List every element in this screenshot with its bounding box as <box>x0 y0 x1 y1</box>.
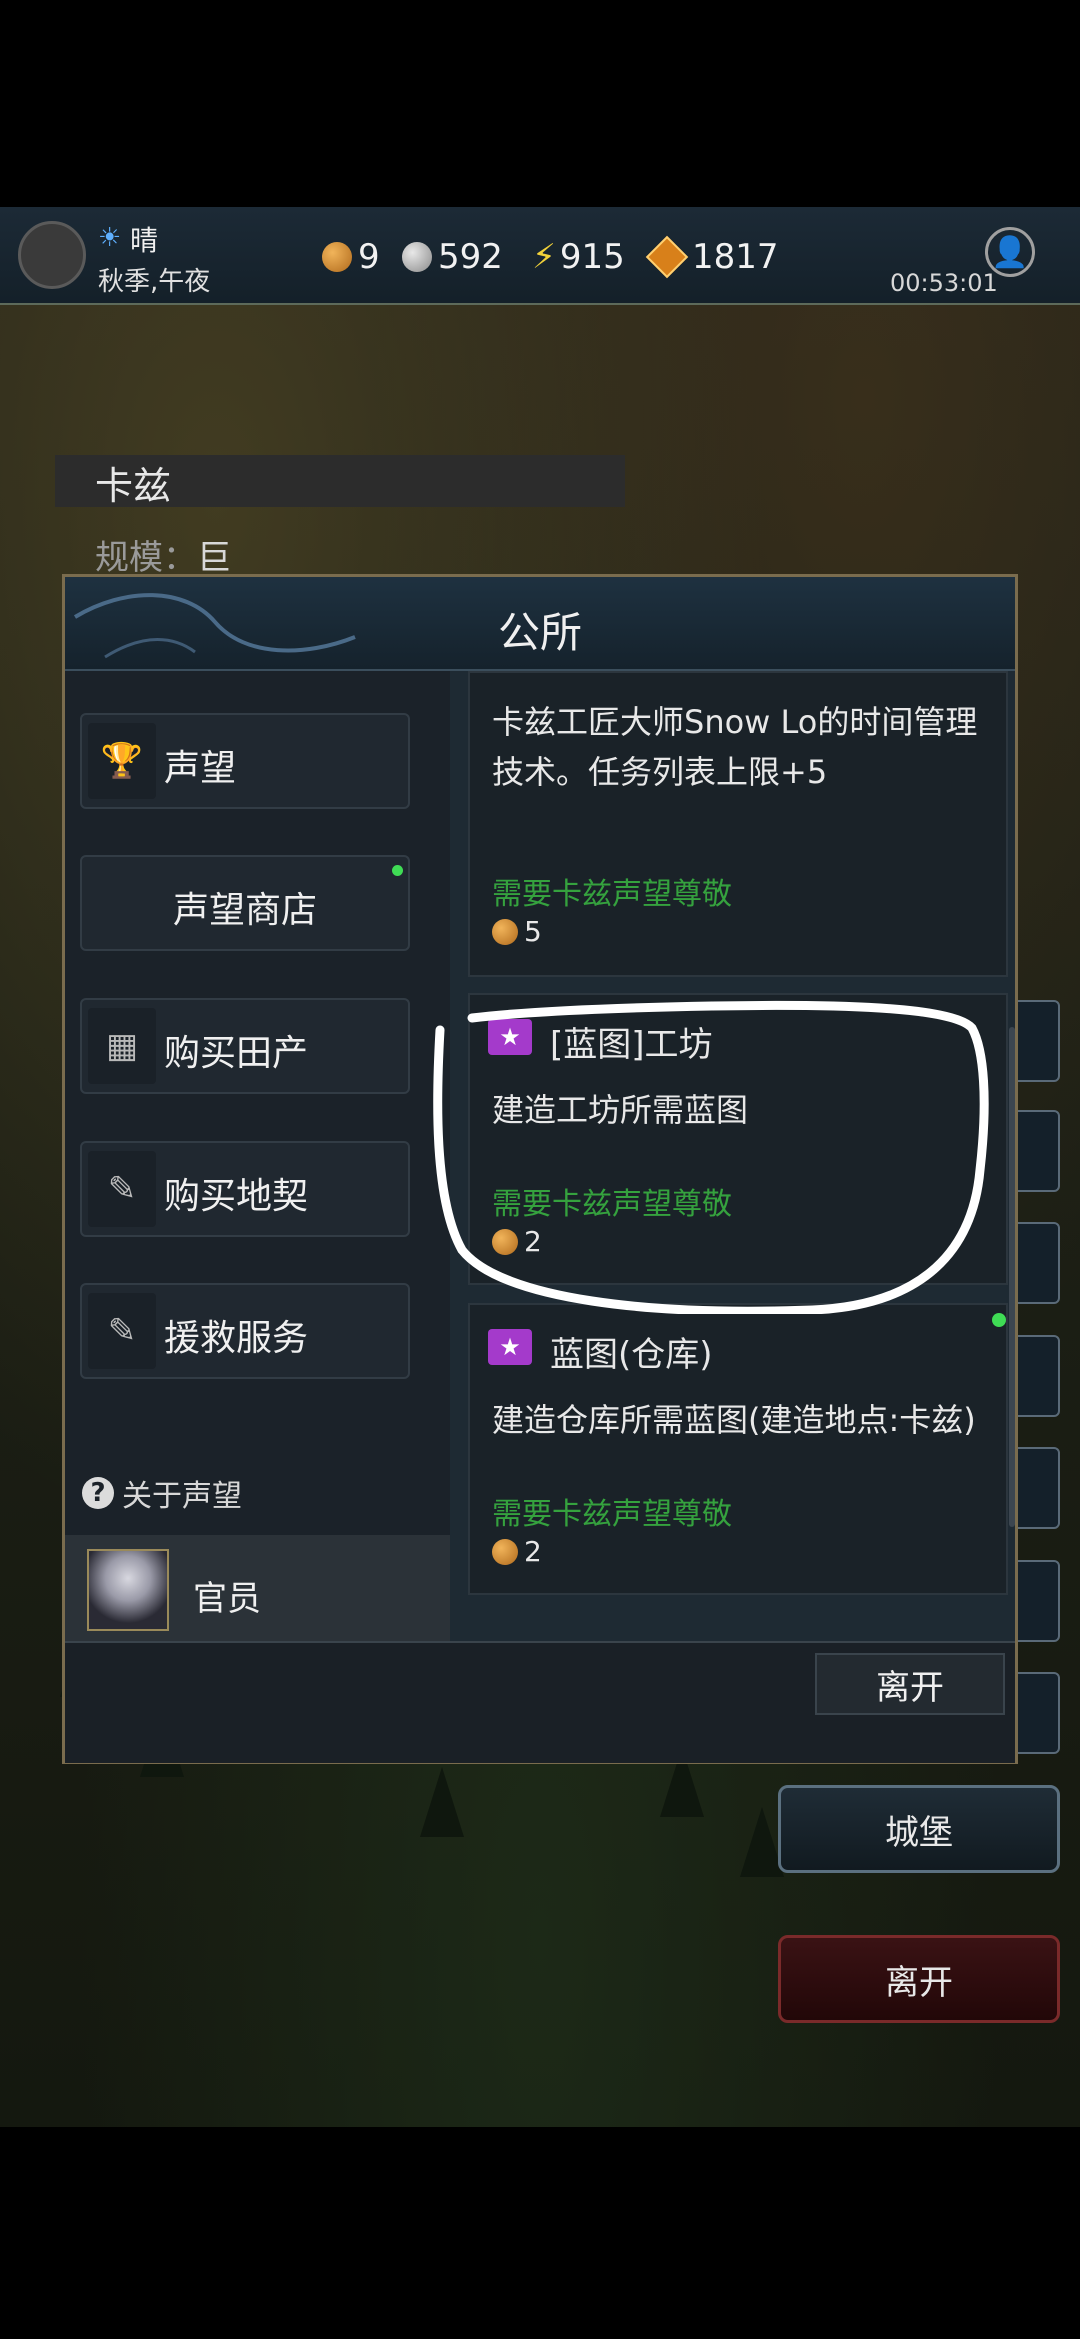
item-cost: 2 <box>492 1535 542 1568</box>
menu-label: 购买田产 <box>164 1033 309 1074</box>
gold-coin-icon <box>492 1538 518 1565</box>
location-name: 卡兹 <box>95 464 172 508</box>
play-timer: 00:53:01 <box>890 269 998 297</box>
scale-label: 规模： <box>95 538 197 578</box>
lightning-icon: ⚡ <box>532 237 556 277</box>
gold-coin-icon <box>492 918 518 945</box>
rescue-service-button[interactable]: ✎ 援救服务 <box>80 1283 410 1379</box>
menu-label: 声望商店 <box>172 890 317 931</box>
officer-button[interactable]: 官员 <box>65 1535 450 1647</box>
dialog-leave-button[interactable]: 离开 <box>815 1653 1005 1715</box>
blueprint-ticket-icon: ★ <box>488 1019 532 1055</box>
officer-portrait <box>87 1549 169 1631</box>
list-scrollbar[interactable] <box>1009 1027 1015 1527</box>
shop-item-card[interactable]: ★ [蓝图]工坊 建造工坊所需蓝图 需要卡兹声望尊敬 2 <box>468 993 1008 1285</box>
about-label: 关于声望 <box>122 1479 242 1514</box>
shop-item-card[interactable]: ★ 蓝图(仓库) 建造仓库所需蓝图(建造地点:卡兹) 需要卡兹声望尊敬 2 <box>468 1303 1008 1595</box>
item-cost: 5 <box>492 915 542 948</box>
item-requirement: 需要卡兹声望尊敬 <box>492 877 732 912</box>
deed-icon: ✎ <box>88 1151 156 1227</box>
gem-counter: 1817 <box>645 235 779 279</box>
buy-property-button[interactable]: ▦ 购买田产 <box>80 998 410 1094</box>
officer-label: 官员 <box>193 1579 261 1619</box>
item-title: [蓝图]工坊 <box>550 1025 713 1065</box>
gold-counter: 9 <box>322 237 380 277</box>
day-clock-icon <box>18 221 86 289</box>
item-title: 蓝图(仓库) <box>550 1335 713 1375</box>
notification-dot <box>392 865 403 876</box>
sun-icon: ☀ <box>98 223 122 253</box>
leave-town-button[interactable]: 离开 <box>778 1935 1060 2023</box>
item-cost: 2 <box>492 1225 542 1258</box>
blueprint-ticket-icon: ★ <box>488 1329 532 1365</box>
profile-button[interactable]: 👤 <box>985 227 1035 277</box>
menu-label: 援救服务 <box>164 1318 309 1359</box>
location-scale: 规模：巨 <box>95 530 231 579</box>
item-requirement: 需要卡兹声望尊敬 <box>492 1187 732 1222</box>
silver-counter: 592 <box>402 237 503 277</box>
shop-item-card[interactable]: 卡兹工匠大师Snow Lo的时间管理技术。任务列表上限+5 需要卡兹声望尊敬 5 <box>468 671 1008 977</box>
shop-item-list[interactable]: 卡兹工匠大师Snow Lo的时间管理技术。任务列表上限+5 需要卡兹声望尊敬 5… <box>450 671 1015 1641</box>
dialog-menu: 🏆 声望 声望商店 ▦ 购买田产 ✎ 购买地契 ✎ 援救服务 ? 关于声望 <box>65 671 450 1641</box>
trophy-icon: 🏆 <box>88 723 156 799</box>
notification-dot <box>992 1313 1006 1327</box>
tree <box>420 1767 464 1837</box>
energy-value: 915 <box>559 237 625 277</box>
menu-label: 声望 <box>164 748 237 789</box>
energy-counter: ⚡ 915 <box>532 237 625 277</box>
cost-value: 2 <box>524 1225 542 1258</box>
silver-value: 592 <box>438 237 503 277</box>
season-time-label: 秋季,午夜 <box>98 267 211 297</box>
field-icon: ▦ <box>88 1008 156 1084</box>
item-description: 建造仓库所需蓝图(建造地点:卡兹) <box>492 1401 976 1439</box>
help-icon: ? <box>82 1477 114 1509</box>
item-requirement: 需要卡兹声望尊敬 <box>492 1497 732 1532</box>
silver-coin-icon <box>402 242 432 272</box>
gold-coin-icon <box>492 1228 518 1255</box>
user-icon: 👤 <box>991 234 1029 270</box>
scale-value: 巨 <box>197 538 231 578</box>
dialog-header: 公所 <box>65 577 1015 671</box>
weather-label: 晴 <box>130 224 159 257</box>
reputation-button[interactable]: 🏆 声望 <box>80 713 410 809</box>
dialog-title: 公所 <box>497 608 582 657</box>
deed-icon: ✎ <box>88 1293 156 1369</box>
gold-coin-icon <box>322 242 352 272</box>
cost-value: 5 <box>524 915 542 948</box>
guild-hall-dialog: 公所 🏆 声望 声望商店 ▦ 购买田产 ✎ 购买地契 ✎ 援救服务 ? 关于声望… <box>62 574 1018 1764</box>
dialog-footer: 离开 <box>65 1641 1015 1763</box>
cost-value: 2 <box>524 1535 542 1568</box>
castle-button[interactable]: 城堡 <box>778 1785 1060 1873</box>
gold-value: 9 <box>358 237 380 277</box>
gem-value: 1817 <box>692 237 779 277</box>
gem-icon <box>645 235 689 279</box>
buy-deed-button[interactable]: ✎ 购买地契 <box>80 1141 410 1237</box>
item-description: 建造工坊所需蓝图 <box>492 1091 749 1129</box>
item-description: 卡兹工匠大师Snow Lo的时间管理技术。任务列表上限+5 <box>492 703 978 791</box>
about-reputation-link[interactable]: ? 关于声望 <box>82 1471 242 1515</box>
top-status-bar: ☀ 晴 秋季,午夜 9 592 ⚡ 915 1817 00:53:01 👤 <box>0 207 1080 305</box>
menu-label: 购买地契 <box>164 1176 309 1217</box>
reputation-shop-button[interactable]: 声望商店 <box>80 855 410 951</box>
